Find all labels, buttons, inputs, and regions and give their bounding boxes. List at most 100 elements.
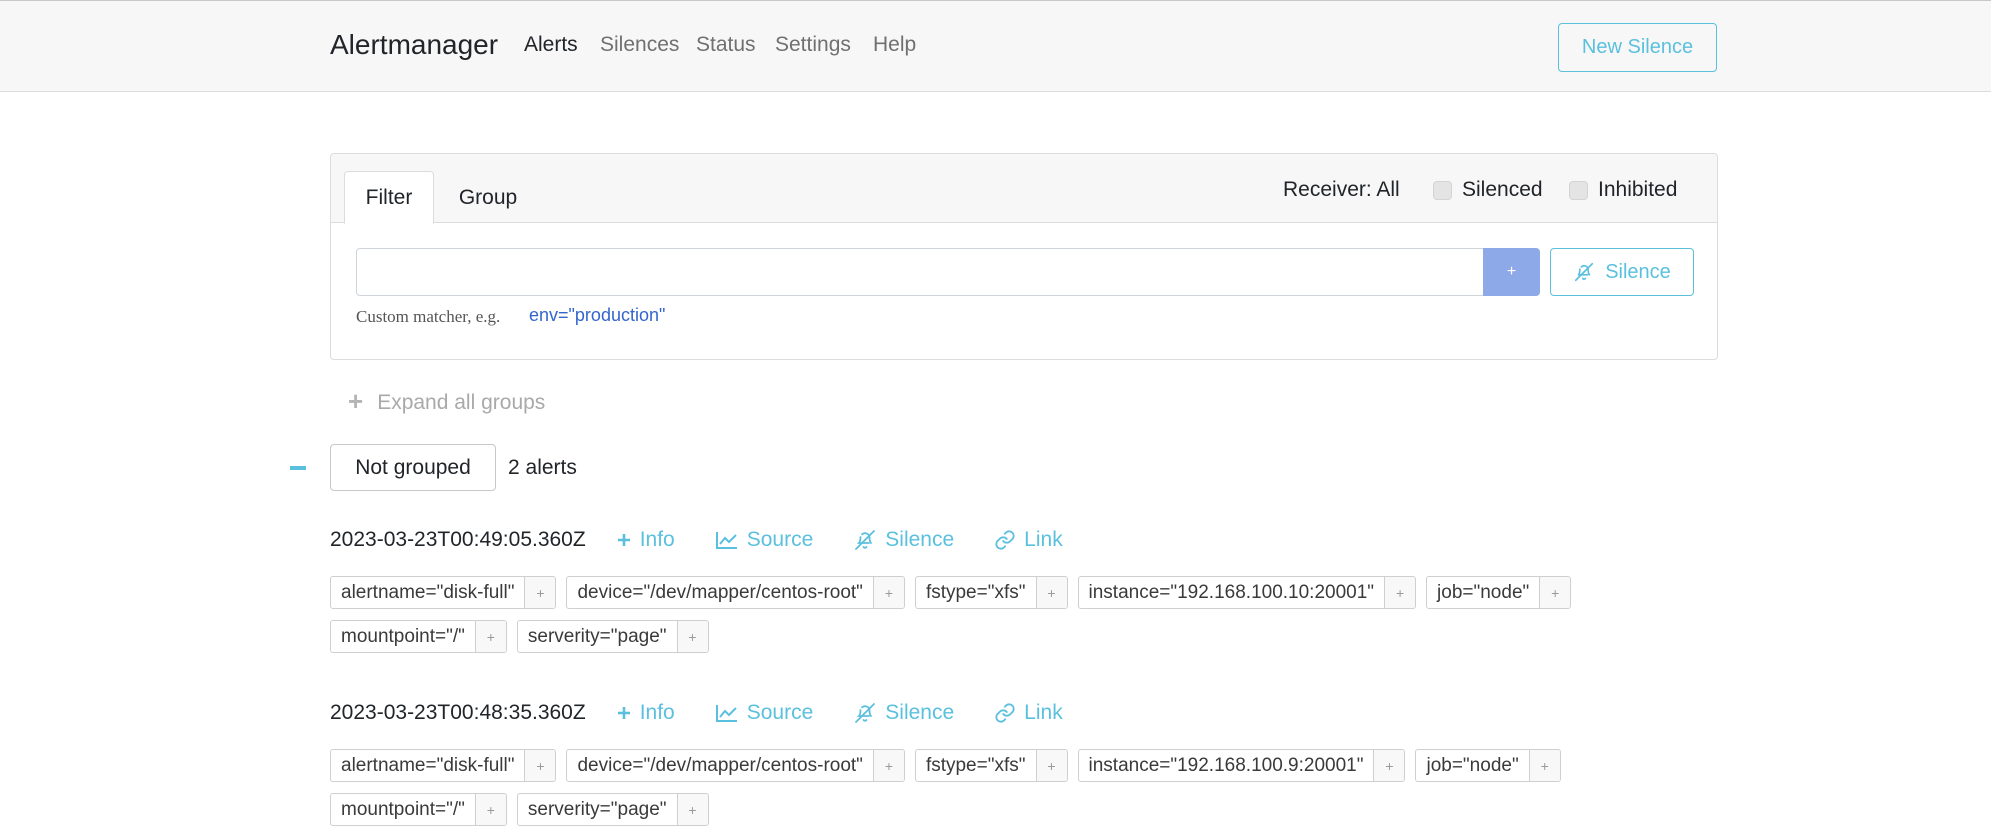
- matcher-hint: Custom matcher, e.g.: [356, 307, 501, 326]
- source-label: Source: [746, 701, 814, 724]
- alert-labels: alertname="disk-full" + device="/dev/mapp…: [330, 576, 1730, 653]
- label-badge[interactable]: instance="192.168.100.10:20001" +: [1077, 576, 1417, 609]
- add-label-filter-button[interactable]: +: [872, 750, 904, 781]
- silence-filter-button[interactable]: Silence: [1550, 248, 1694, 296]
- silence-alert-label: Silence: [885, 528, 955, 551]
- label-text: device="/dev/mapper/centos-root": [577, 754, 863, 776]
- bell-slash-icon: [855, 530, 876, 550]
- label-text: job="node": [1426, 754, 1519, 776]
- label-badge[interactable]: alertname="disk-full" +: [330, 576, 557, 609]
- label-badge[interactable]: mountpoint="/" +: [330, 793, 507, 826]
- nav-alerts[interactable]: Alerts: [524, 33, 578, 57]
- info-label: Info: [639, 528, 675, 551]
- top-navbar: Alertmanager Alerts Silences Status Sett…: [0, 0, 1991, 92]
- expand-all-groups-button[interactable]: + Expand all groups: [348, 386, 546, 417]
- label-text: mountpoint="/": [341, 625, 465, 647]
- label-badge[interactable]: alertname="disk-full" +: [330, 749, 557, 782]
- label-badge[interactable]: device="/dev/mapper/centos-root" +: [566, 749, 905, 782]
- chart-line-icon: [715, 705, 737, 722]
- collapse-group-icon[interactable]: [290, 466, 306, 470]
- link-label: Link: [1024, 528, 1063, 551]
- alert-labels: alertname="disk-full" + device="/dev/mapp…: [330, 749, 1730, 826]
- label-text: serverity="page": [527, 798, 667, 820]
- nav-status[interactable]: Status: [696, 33, 756, 57]
- plus-icon: [617, 707, 630, 719]
- add-matcher-button[interactable]: +: [1483, 248, 1540, 296]
- alert-timestamp: 2023-03-23T00:48:35.360Z: [330, 701, 586, 724]
- nav-help[interactable]: Help: [873, 33, 916, 57]
- label-text: fstype="xfs": [925, 754, 1026, 776]
- label-badge[interactable]: fstype="xfs" +: [914, 576, 1068, 609]
- silence-alert-button[interactable]: Silence: [853, 528, 954, 552]
- plus-icon: [617, 534, 630, 546]
- add-label-filter-button[interactable]: +: [524, 577, 556, 608]
- add-label-filter-button[interactable]: +: [676, 621, 708, 652]
- source-button[interactable]: Source: [715, 528, 814, 552]
- source-button[interactable]: Source: [715, 701, 814, 725]
- label-badge[interactable]: job="node" +: [1426, 576, 1572, 609]
- label-badge[interactable]: serverity="page" +: [516, 793, 709, 826]
- tab-group[interactable]: Group: [443, 171, 533, 224]
- link-button[interactable]: Link: [994, 701, 1063, 725]
- tab-filter[interactable]: Filter: [344, 171, 434, 224]
- chart-line-icon: [715, 532, 737, 549]
- add-label-filter-button[interactable]: +: [1384, 577, 1416, 608]
- nav-settings[interactable]: Settings: [775, 33, 851, 57]
- add-label-filter-button[interactable]: +: [474, 621, 506, 652]
- label-badge[interactable]: serverity="page" +: [516, 620, 709, 653]
- filter-card: Filter Group Receiver: All Silenced Inhi…: [330, 153, 1718, 360]
- source-label: Source: [746, 528, 814, 551]
- label-row: alertname="disk-full" + device="/dev/mapp…: [330, 749, 1730, 782]
- add-label-filter-button[interactable]: +: [1528, 750, 1560, 781]
- bell-slash-icon: [1575, 262, 1594, 282]
- label-badge[interactable]: device="/dev/mapper/centos-root" +: [566, 576, 905, 609]
- add-label-filter-button[interactable]: +: [1539, 577, 1571, 608]
- alert-count: 2 alerts: [508, 456, 577, 479]
- add-label-filter-button[interactable]: +: [1373, 750, 1405, 781]
- new-silence-button[interactable]: New Silence: [1558, 23, 1717, 72]
- plus-icon: +: [348, 386, 364, 416]
- inhibited-checkbox-box[interactable]: [1569, 180, 1588, 200]
- add-label-filter-button[interactable]: +: [1035, 750, 1067, 781]
- label-badge[interactable]: job="node" +: [1415, 749, 1561, 782]
- label-badge[interactable]: instance="192.168.100.9:20001" +: [1077, 749, 1406, 782]
- add-label-filter-button[interactable]: +: [872, 577, 904, 608]
- inhibited-checkbox[interactable]: Inhibited: [1569, 178, 1677, 202]
- label-text: instance="192.168.100.10:20001": [1088, 581, 1375, 603]
- silenced-label: Silenced: [1462, 178, 1543, 201]
- filter-input[interactable]: [356, 248, 1484, 296]
- silence-alert-label: Silence: [885, 701, 955, 724]
- link-icon: [995, 703, 1015, 723]
- add-label-filter-button[interactable]: +: [524, 750, 556, 781]
- alert-header: 2023-03-23T00:48:35.360Z Info Source Sil…: [330, 698, 1730, 728]
- bell-slash-icon: [855, 703, 876, 723]
- receiver-select[interactable]: Receiver: All: [1283, 178, 1400, 202]
- label-text: mountpoint="/": [341, 798, 465, 820]
- add-label-filter-button[interactable]: +: [1035, 577, 1067, 608]
- link-button[interactable]: Link: [994, 528, 1063, 552]
- silence-alert-button[interactable]: Silence: [853, 701, 954, 725]
- add-label-filter-button[interactable]: +: [676, 794, 708, 825]
- group-name-button[interactable]: Not grouped: [330, 444, 496, 491]
- label-text: alertname="disk-full": [341, 581, 515, 603]
- link-icon: [995, 530, 1015, 550]
- label-row: mountpoint="/" + serverity="page" +: [330, 620, 1730, 653]
- info-button[interactable]: Info: [616, 528, 675, 552]
- label-text: fstype="xfs": [925, 581, 1026, 603]
- silenced-checkbox[interactable]: Silenced: [1433, 178, 1543, 202]
- info-button[interactable]: Info: [616, 701, 675, 725]
- nav-silences[interactable]: Silences: [600, 33, 679, 57]
- matcher-hint-example[interactable]: env="production": [529, 305, 665, 326]
- add-label-filter-button[interactable]: +: [474, 794, 506, 825]
- label-text: alertname="disk-full": [341, 754, 515, 776]
- brand-title[interactable]: Alertmanager: [330, 29, 498, 61]
- label-text: serverity="page": [527, 625, 667, 647]
- label-badge[interactable]: mountpoint="/" +: [330, 620, 507, 653]
- silenced-checkbox-box[interactable]: [1433, 180, 1452, 200]
- info-label: Info: [639, 701, 675, 724]
- alert-timestamp: 2023-03-23T00:49:05.360Z: [330, 528, 586, 551]
- inhibited-label: Inhibited: [1598, 178, 1678, 201]
- label-badge[interactable]: fstype="xfs" +: [914, 749, 1068, 782]
- label-text: instance="192.168.100.9:20001": [1088, 754, 1364, 776]
- expand-all-label: Expand all groups: [377, 391, 546, 414]
